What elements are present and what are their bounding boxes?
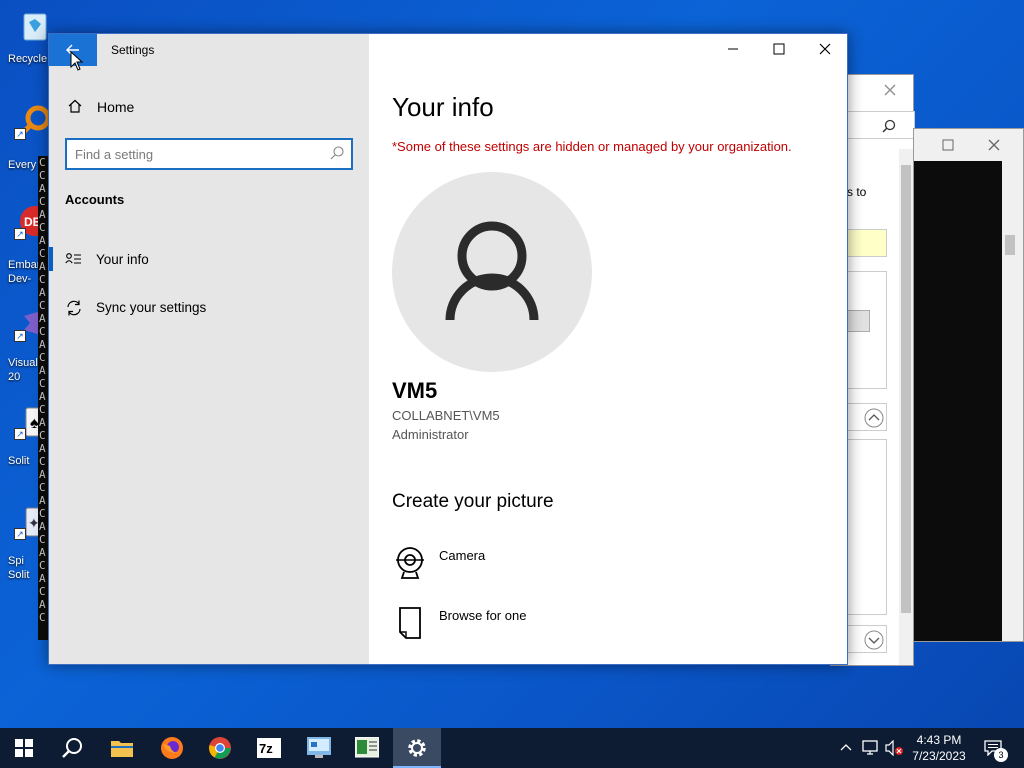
person-list-icon (65, 253, 81, 264)
option-label: Browse for one (439, 608, 527, 623)
chevron-up-icon[interactable] (840, 742, 852, 754)
svg-text:7z: 7z (259, 741, 273, 756)
sidebar-item-your-info[interactable]: Your info (49, 241, 369, 277)
action-center-button[interactable] (976, 728, 1016, 768)
maximize-icon[interactable] (942, 139, 954, 151)
chrome-taskbar-button[interactable] (196, 728, 244, 768)
shortcut-arrow-icon: ↗ (14, 330, 26, 342)
home-link[interactable]: Home (65, 96, 355, 118)
home-icon (68, 99, 82, 113)
control-panel-icon (307, 737, 331, 758)
editor-icon (355, 737, 379, 758)
close-icon[interactable] (883, 83, 897, 97)
sync-icon (67, 300, 81, 316)
background-scrollbar[interactable] (1002, 161, 1018, 641)
window-title: Settings (111, 43, 155, 57)
search-input[interactable] (75, 145, 315, 163)
shortcut-arrow-icon: ↗ (14, 128, 26, 140)
notepad-taskbar-button[interactable] (343, 728, 391, 768)
settings-window[interactable]: Settings Home Accounts Your info Sync yo… (48, 33, 848, 665)
search-box[interactable] (65, 138, 353, 170)
background-text: s to (847, 185, 867, 199)
firefox-icon (161, 737, 183, 759)
user-display-name: VM5 (392, 378, 438, 403)
gear-icon (408, 739, 426, 757)
7zip-icon: 7z (257, 738, 281, 758)
clock-date: 7/23/2023 (912, 749, 966, 763)
home-label: Home (97, 99, 135, 115)
shortcut-arrow-icon: ↗ (14, 228, 26, 240)
windows-logo-icon (15, 739, 33, 757)
user-role: Administrator (392, 427, 469, 442)
chevron-up-icon (864, 408, 884, 428)
taskbar: 7z 4:43 PM 7/23/2023 3 (0, 728, 1024, 768)
main-content: Your info *Some of these settings are hi… (369, 34, 847, 664)
chevron-down-icon (864, 630, 884, 650)
search-icon[interactable] (329, 145, 345, 161)
volume-muted-icon[interactable] (885, 740, 905, 756)
managed-notice: *Some of these settings are hidden or ma… (392, 139, 792, 154)
search-icon (62, 738, 82, 758)
recycle-bin-icon (23, 13, 47, 41)
background-console-window[interactable] (913, 128, 1024, 642)
shortcut-arrow-icon: ↗ (14, 528, 26, 540)
background-scrollbar[interactable] (899, 149, 913, 665)
settings-taskbar-button[interactable] (393, 728, 441, 768)
browse-option[interactable]: Browse for one (392, 602, 692, 646)
user-account-name: COLLABNET\VM5 (392, 408, 500, 423)
camera-option[interactable]: Camera (392, 542, 692, 586)
mouse-cursor (70, 51, 84, 71)
taskbar-clock[interactable]: 4:43 PM 7/23/2023 (904, 732, 974, 764)
chrome-icon (209, 737, 231, 759)
7zip-taskbar-button[interactable]: 7z (245, 728, 293, 768)
start-button[interactable] (0, 728, 48, 768)
console-body (914, 161, 1002, 641)
sidebar-item-label: Your info (96, 252, 149, 267)
sidebar-item-sync-settings[interactable]: Sync your settings (49, 289, 369, 325)
scrollbar-thumb[interactable] (1005, 235, 1015, 255)
settings-sidebar: Settings Home Accounts Your info Sync yo… (49, 34, 369, 664)
scrollbar-thumb[interactable] (901, 165, 911, 613)
user-silhouette-icon (445, 221, 539, 321)
create-picture-heading: Create your picture (392, 491, 554, 512)
search-icon (882, 119, 896, 133)
firefox-taskbar-button[interactable] (148, 728, 196, 768)
notification-count-badge: 3 (994, 748, 1008, 762)
avatar (392, 172, 592, 372)
shortcut-arrow-icon: ↗ (14, 428, 26, 440)
folder-icon (111, 741, 133, 757)
search-button[interactable] (48, 728, 96, 768)
network-icon[interactable] (862, 740, 880, 756)
clock-time: 4:43 PM (916, 733, 962, 747)
sidebar-item-label: Sync your settings (96, 300, 207, 315)
camera-icon (396, 547, 424, 579)
control-panel-taskbar-button[interactable] (295, 728, 343, 768)
close-icon[interactable] (988, 139, 1000, 151)
file-icon (399, 607, 421, 639)
option-label: Camera (439, 548, 486, 563)
file-explorer-taskbar-button[interactable] (98, 728, 146, 768)
section-heading: Accounts (65, 192, 125, 207)
page-title: Your info (392, 92, 494, 122)
